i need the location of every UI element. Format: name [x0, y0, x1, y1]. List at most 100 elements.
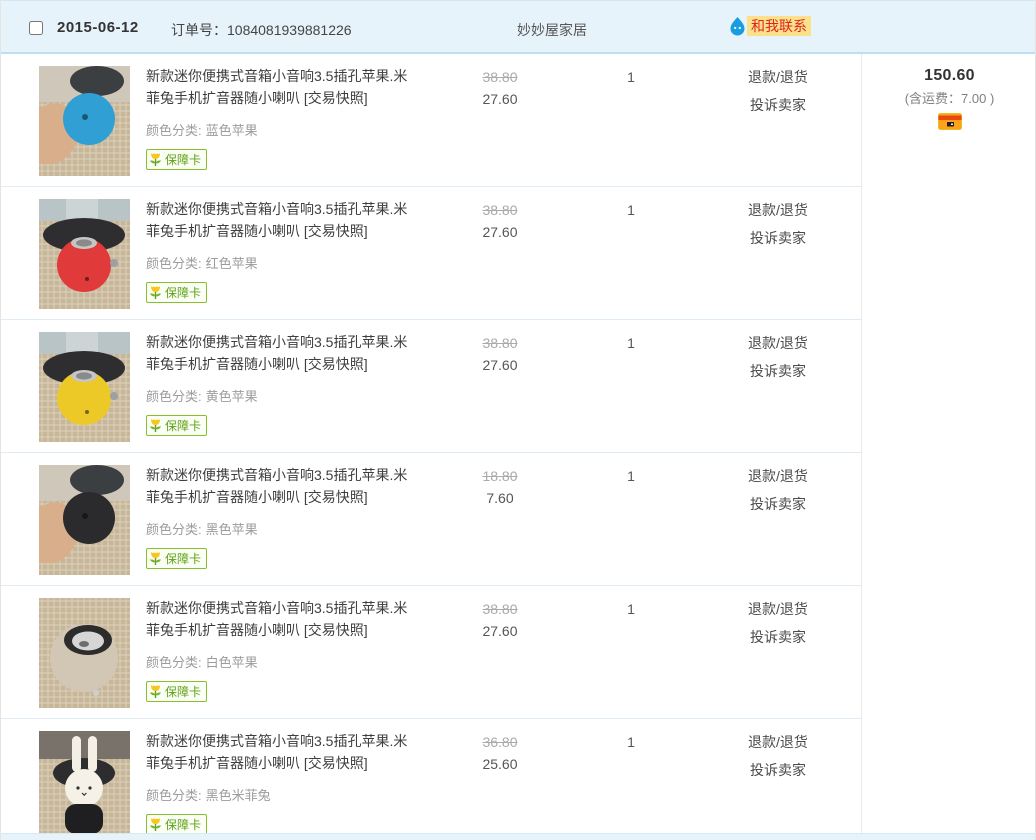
product-title-text[interactable]: 新款迷你便携式音箱小音响3.5插孔苹果.米菲兔手机扩音器随小喇叭: [146, 68, 407, 106]
product-title[interactable]: 新款迷你便携式音箱小音响3.5插孔苹果.米菲兔手机扩音器随小喇叭 [交易快照]: [146, 198, 418, 242]
sku-color: 颜色分类:红色苹果: [146, 253, 418, 272]
sku-color-label: 颜色分类:: [146, 389, 202, 404]
complain-seller-link[interactable]: 投诉卖家: [711, 227, 845, 249]
quantity-cell: 1: [599, 598, 663, 620]
tulip-icon: [148, 418, 163, 434]
snapshot-link[interactable]: [交易快照]: [304, 755, 368, 771]
product-title-text[interactable]: 新款迷你便携式音箱小音响3.5插孔苹果.米菲兔手机扩音器随小喇叭: [146, 733, 407, 771]
product-title-text[interactable]: 新款迷你便携式音箱小音响3.5插孔苹果.米菲兔手机扩音器随小喇叭: [146, 201, 407, 239]
original-price: 38.80: [451, 598, 549, 620]
sku-color: 颜色分类:黑色米菲兔: [146, 785, 418, 804]
warranty-card-label: 保障卡: [165, 683, 201, 700]
product-title[interactable]: 新款迷你便携式音箱小音响3.5插孔苹果.米菲兔手机扩音器随小喇叭 [交易快照]: [146, 597, 418, 641]
refund-return-link[interactable]: 退款/退货: [711, 598, 845, 620]
sku-color-label: 颜色分类:: [146, 123, 202, 138]
refund-return-link[interactable]: 退款/退货: [711, 66, 845, 88]
sku-color-value: 黑色米菲兔: [206, 788, 271, 803]
price-cell: 38.80 27.60: [451, 598, 549, 642]
order-number: 订单号：1084081939881226: [171, 20, 352, 40]
order-item-row: 新款迷你便携式音箱小音响3.5插孔苹果.米菲兔手机扩音器随小喇叭 [交易快照] …: [1, 586, 861, 719]
product-image[interactable]: [39, 66, 130, 176]
complain-seller-link[interactable]: 投诉卖家: [711, 759, 845, 781]
sku-color: 颜色分类: 白色苹果: [146, 652, 418, 671]
current-price: 25.60: [451, 753, 549, 775]
order-number-value: 1084081939881226: [227, 22, 352, 38]
quantity-cell: 1: [599, 465, 663, 487]
product-image[interactable]: [39, 332, 130, 442]
complain-seller-link[interactable]: 投诉卖家: [711, 493, 845, 515]
sku-color-value: 白色苹果: [206, 655, 258, 670]
refund-return-link[interactable]: 退款/退货: [711, 465, 845, 487]
tulip-icon: [148, 551, 163, 567]
tulip-icon: [148, 684, 163, 700]
product-title-text[interactable]: 新款迷你便携式音箱小音响3.5插孔苹果.米菲兔手机扩音器随小喇叭: [146, 467, 407, 505]
sku-color: 颜色分类: 蓝色苹果: [146, 120, 418, 139]
order-item-row: 新款迷你便携式音箱小音响3.5插孔苹果.米菲兔手机扩音器随小喇叭 [交易快照] …: [1, 719, 861, 840]
product-title[interactable]: 新款迷你便携式音箱小音响3.5插孔苹果.米菲兔手机扩音器随小喇叭 [交易快照]: [146, 331, 418, 375]
complain-seller-link[interactable]: 投诉卖家: [711, 626, 845, 648]
complain-seller-link[interactable]: 投诉卖家: [711, 94, 845, 116]
order-block: 2015-06-12 订单号：1084081939881226 妙妙屋家居 和我…: [0, 0, 1036, 840]
product-image[interactable]: [39, 465, 130, 575]
product-info: 新款迷你便携式音箱小音响3.5插孔苹果.米菲兔手机扩音器随小喇叭 [交易快照] …: [146, 464, 418, 572]
sku-color-value: 蓝色苹果: [206, 123, 258, 138]
original-price: 38.80: [451, 66, 549, 88]
complain-seller-link[interactable]: 投诉卖家: [711, 360, 845, 382]
product-title-text[interactable]: 新款迷你便携式音箱小音响3.5插孔苹果.米菲兔手机扩音器随小喇叭: [146, 600, 407, 638]
sku-color-value: 黄色苹果: [206, 389, 258, 404]
product-title[interactable]: 新款迷你便携式音箱小音响3.5插孔苹果.米菲兔手机扩音器随小喇叭 [交易快照]: [146, 730, 418, 774]
actions-cell: 退款/退货 投诉卖家: [711, 66, 845, 122]
warranty-card-badge[interactable]: 保障卡: [146, 282, 207, 303]
warranty-card-label: 保障卡: [165, 284, 201, 301]
original-price: 36.80: [451, 731, 549, 753]
tulip-icon: [148, 285, 163, 301]
price-cell: 38.80 27.60: [451, 199, 549, 243]
order-summary-column: 150.60 (含运费：7.00 ): [861, 54, 1036, 840]
contact-seller-button[interactable]: 和我联系: [729, 16, 811, 36]
order-select-checkbox[interactable]: [29, 21, 43, 35]
snapshot-link[interactable]: [交易快照]: [304, 356, 368, 372]
order-item-row: 新款迷你便携式音箱小音响3.5插孔苹果.米菲兔手机扩音器随小喇叭 [交易快照] …: [1, 54, 861, 187]
product-image[interactable]: [39, 731, 130, 840]
price-cell: 36.80 25.60: [451, 731, 549, 775]
product-title[interactable]: 新款迷你便携式音箱小音响3.5插孔苹果.米菲兔手机扩音器随小喇叭 [交易快照]: [146, 464, 418, 508]
product-title[interactable]: 新款迷你便携式音箱小音响3.5插孔苹果.米菲兔手机扩音器随小喇叭 [交易快照]: [146, 65, 418, 109]
sku-color: 颜色分类:黑色苹果: [146, 519, 418, 538]
actions-cell: 退款/退货 投诉卖家: [711, 731, 845, 787]
order-item-row: 新款迷你便携式音箱小音响3.5插孔苹果.米菲兔手机扩音器随小喇叭 [交易快照] …: [1, 453, 861, 586]
order-item-row: 新款迷你便携式音箱小音响3.5插孔苹果.米菲兔手机扩音器随小喇叭 [交易快照] …: [1, 320, 861, 453]
tulip-icon: [148, 817, 163, 833]
warranty-card-badge[interactable]: 保障卡: [146, 814, 207, 835]
order-item-row: 新款迷你便携式音箱小音响3.5插孔苹果.米菲兔手机扩音器随小喇叭 [交易快照] …: [1, 187, 861, 320]
shop-name-link[interactable]: 妙妙屋家居: [517, 20, 587, 40]
current-price: 27.60: [451, 354, 549, 376]
actions-cell: 退款/退货 投诉卖家: [711, 598, 845, 654]
order-number-label: 订单号：: [171, 22, 227, 38]
warranty-card-badge[interactable]: 保障卡: [146, 415, 207, 436]
next-order-header-edge: [1, 833, 1035, 840]
order-header-bar: 2015-06-12 订单号：1084081939881226 妙妙屋家居 和我…: [1, 0, 1035, 54]
snapshot-link[interactable]: [交易快照]: [304, 223, 368, 239]
warranty-card-badge[interactable]: 保障卡: [146, 149, 207, 170]
warranty-card-label: 保障卡: [165, 550, 201, 567]
sku-color-label: 颜色分类:: [146, 655, 202, 670]
snapshot-link[interactable]: [交易快照]: [304, 489, 368, 505]
refund-return-link[interactable]: 退款/退货: [711, 199, 845, 221]
price-cell: 38.80 27.60: [451, 332, 549, 376]
warranty-card-badge[interactable]: 保障卡: [146, 548, 207, 569]
snapshot-link[interactable]: [交易快照]: [304, 622, 368, 638]
warranty-card-badge[interactable]: 保障卡: [146, 681, 207, 702]
bank-card-icon[interactable]: [938, 113, 962, 130]
order-items-list: 新款迷你便携式音箱小音响3.5插孔苹果.米菲兔手机扩音器随小喇叭 [交易快照] …: [1, 54, 861, 840]
product-image[interactable]: [39, 598, 130, 708]
product-title-text[interactable]: 新款迷你便携式音箱小音响3.5插孔苹果.米菲兔手机扩音器随小喇叭: [146, 334, 407, 372]
actions-cell: 退款/退货 投诉卖家: [711, 199, 845, 255]
quantity-cell: 1: [599, 66, 663, 88]
snapshot-link[interactable]: [交易快照]: [304, 90, 368, 106]
current-price: 27.60: [451, 88, 549, 110]
product-image[interactable]: [39, 199, 130, 309]
refund-return-link[interactable]: 退款/退货: [711, 332, 845, 354]
refund-return-link[interactable]: 退款/退货: [711, 731, 845, 753]
warranty-card-label: 保障卡: [165, 816, 201, 833]
actions-cell: 退款/退货 投诉卖家: [711, 465, 845, 521]
